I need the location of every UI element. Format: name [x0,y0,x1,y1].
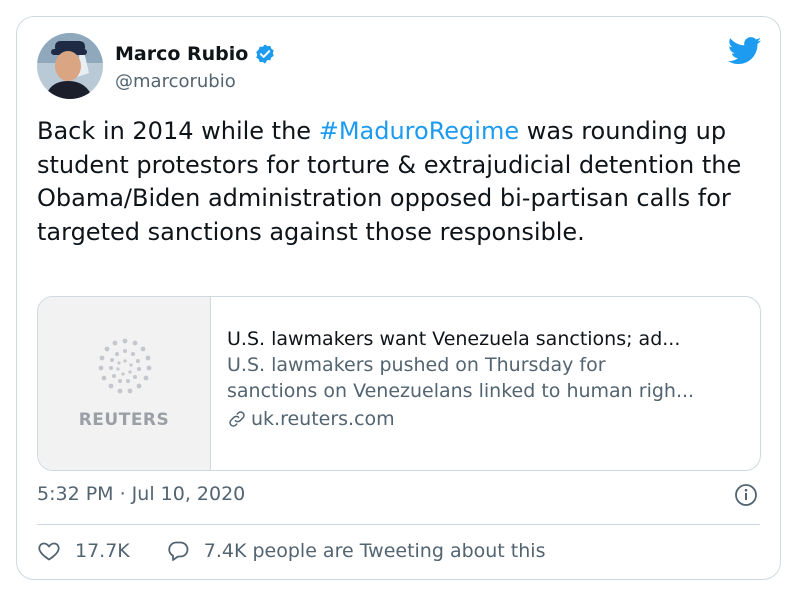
reuters-logo-text: REUTERS [78,410,170,430]
link-body[interactable]: U.S. lawmakers want Venezuela sanctions;… [211,297,747,470]
reuters-logo [98,338,152,394]
link-thumbnail[interactable]: REUTERS [38,297,211,470]
reply-summary: 7.4K people are Tweeting about this [203,540,546,562]
link-chain-icon [227,409,247,429]
link-description-line: U.S. lawmakers pushed on Thursday for [227,354,606,376]
link-description-line: sanctions on Venezuelans linked to human… [227,380,695,402]
twitter-bird-icon[interactable] [727,37,762,65]
tweet-text: Back in 2014 while the #MaduroRegime was… [37,115,765,249]
author-handle[interactable]: @marcorubio [115,71,236,92]
link-preview-card[interactable]: REUTERS U.S. lawmakers want Venezuela sa… [37,296,761,471]
avatar[interactable] [37,33,103,99]
link-description: U.S. lawmakers pushed on Thursday for sa… [227,352,747,404]
link-domain[interactable]: uk.reuters.com [251,405,395,433]
heart-icon [38,542,60,561]
like-count: 17.7K [75,540,130,562]
tweet-card[interactable]: Marco Rubio @marcorubio Back in 2014 whi… [16,16,781,580]
divider [37,524,760,525]
author-name-row[interactable]: Marco Rubio [115,43,276,65]
link-domain-row[interactable]: uk.reuters.com [227,405,747,433]
author-name[interactable]: Marco Rubio [115,43,248,65]
tweet-text-part: Back in 2014 while the [37,117,319,145]
info-icon[interactable] [734,483,758,507]
reply-button[interactable]: 7.4K people are Tweeting about this [166,539,546,563]
tweet-actions: 17.7K 7.4K people are Tweeting about thi… [37,539,545,563]
verified-badge-icon [254,43,276,65]
link-title[interactable]: U.S. lawmakers want Venezuela sanctions;… [227,326,747,352]
tweet-timestamp[interactable]: 5:32 PM · Jul 10, 2020 [37,483,245,505]
reply-bubble-icon [168,541,189,561]
like-button[interactable]: 17.7K [37,539,130,563]
hashtag-link[interactable]: #MaduroRegime [319,117,519,145]
